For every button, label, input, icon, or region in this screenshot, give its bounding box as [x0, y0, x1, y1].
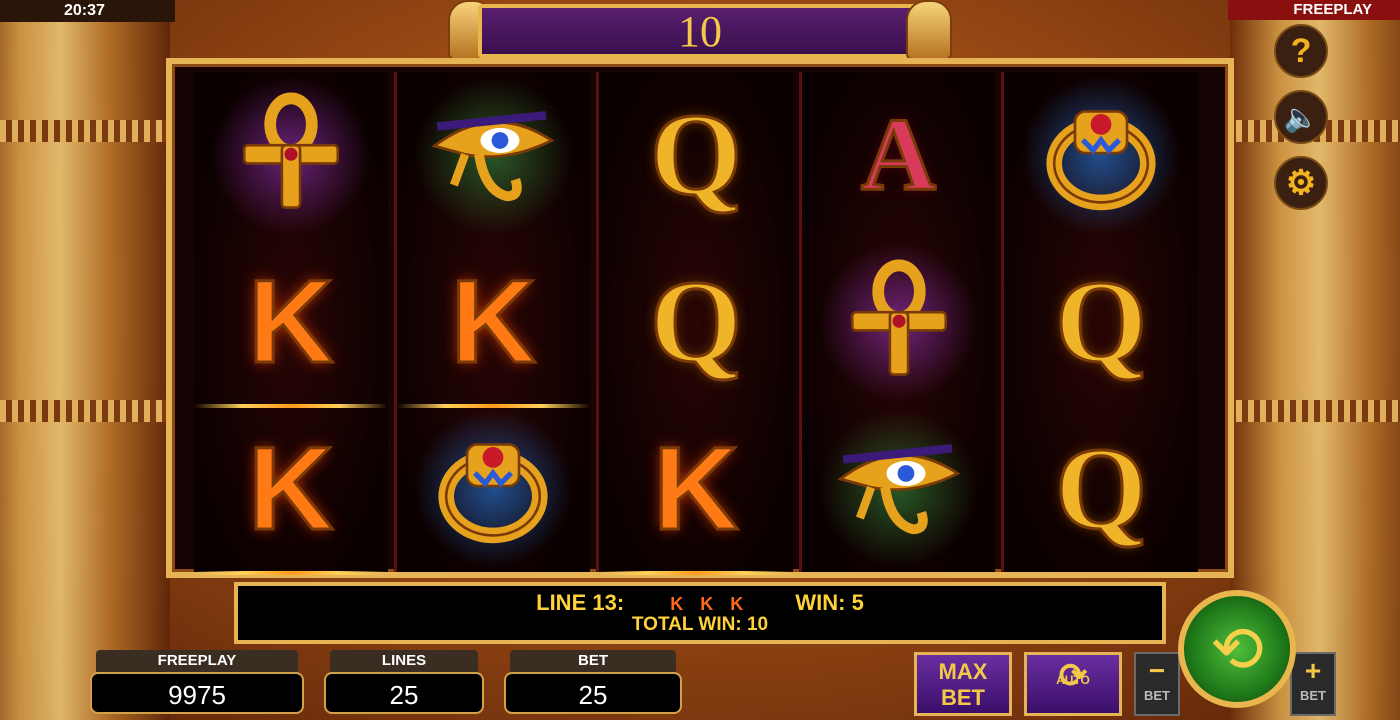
free-spins-banner: 10 [448, 0, 952, 62]
reel-cell [396, 405, 591, 573]
speaker-muted-icon: 🔈 [1283, 101, 1319, 133]
clock: 20:37 [0, 0, 175, 22]
reel-cell [801, 405, 996, 573]
settings-button[interactable]: ⚙ [1274, 156, 1328, 210]
ring-icon [428, 421, 558, 556]
spin-arrows-icon: ⟲ [1210, 612, 1264, 685]
reel-cell: K [194, 239, 388, 409]
reel-cell: Q [1004, 405, 1198, 572]
symbol-q-icon: Q [649, 256, 744, 387]
ring-icon [1036, 88, 1166, 223]
lines-label: LINES [330, 650, 478, 672]
reel-cell: K [396, 239, 591, 409]
spin-button[interactable]: ⟲ [1178, 590, 1296, 708]
question-icon: ? [1290, 31, 1312, 70]
bet-display: BET 25 [504, 650, 682, 714]
reel-cell: A [802, 72, 996, 239]
bet-increase-button[interactable]: + BET [1290, 652, 1336, 716]
symbol-q-icon: Q [649, 89, 744, 221]
bet-decrease-button[interactable]: − BET [1134, 652, 1180, 716]
win-line-label: LINE 13: [536, 590, 625, 615]
lines-display: LINES 25 [324, 650, 484, 714]
max-bet-button[interactable]: MAX BET [914, 652, 1012, 716]
reel-cell [1004, 72, 1198, 239]
reel-cell [396, 72, 591, 239]
symbol-k-icon: K [449, 256, 537, 388]
gear-icon: ⚙ [1285, 164, 1317, 202]
symbol-q-icon: Q [1054, 256, 1149, 387]
reel-cell: Q [599, 239, 793, 406]
reel-cell [194, 72, 388, 239]
bet-label: BET [510, 650, 676, 672]
freeplay-balance-label: FREEPLAY [96, 650, 298, 672]
left-pillar [0, 0, 170, 720]
plus-icon: + [1304, 655, 1322, 686]
reels-area: KKKQQKAQQ [194, 72, 1198, 576]
autoplay-label: AUTO [1056, 673, 1090, 687]
win-line-symbols: K K K [670, 594, 750, 614]
banner-counter: 10 [478, 4, 922, 58]
bet-decrease-label: BET [1144, 688, 1170, 703]
reel-cell: Q [1004, 239, 1198, 406]
max-bet-line2: BET [941, 685, 985, 710]
reel-cell: Q [599, 72, 793, 239]
eye-of-horus-icon [423, 93, 563, 218]
max-bet-line1: MAX [938, 659, 988, 684]
win-line-streak [599, 571, 793, 576]
symbol-k-icon: K [247, 256, 335, 388]
bet-value: 25 [504, 672, 682, 714]
reel-4: A [798, 72, 996, 573]
win-info-bar: LINE 13: K K K WIN: 5 TOTAL WIN: 10 [234, 582, 1166, 644]
symbol-k-icon: K [652, 422, 740, 555]
bet-increase-label: BET [1300, 688, 1326, 703]
win-line-streak [194, 571, 388, 576]
ankh-icon [834, 255, 964, 390]
reel-cell: K [599, 405, 793, 576]
autoplay-button[interactable]: ⟳ AUTO [1024, 652, 1122, 716]
freeplay-balance: FREEPLAY 9975 [90, 650, 304, 714]
ankh-icon [226, 88, 356, 223]
lines-value: 25 [324, 672, 484, 714]
reel-1: KK [194, 72, 388, 576]
eye-of-horus-icon [829, 426, 969, 551]
freeplay-balance-value: 9975 [90, 672, 304, 714]
reel-frame: KKKQQKAQQ [166, 58, 1234, 578]
reel-5: QQ [1001, 72, 1198, 572]
symbol-a-icon: A [860, 97, 938, 213]
reel-cell: K [194, 405, 388, 576]
total-win: TOTAL WIN: 10 [631, 614, 769, 635]
sound-button[interactable]: 🔈 [1274, 90, 1328, 144]
minus-icon: − [1148, 655, 1166, 686]
help-button[interactable]: ? [1274, 24, 1328, 78]
reel-2: K [393, 72, 591, 573]
pharaoh-ornament-right [906, 0, 952, 60]
reel-3: QQK [596, 72, 793, 576]
line-win-amount: WIN: 5 [795, 590, 864, 615]
freeplay-mode-badge: FREEPLAY [1228, 0, 1400, 20]
reel-cell [801, 238, 996, 406]
symbol-q-icon: Q [1054, 422, 1149, 554]
symbol-k-icon: K [247, 422, 335, 555]
